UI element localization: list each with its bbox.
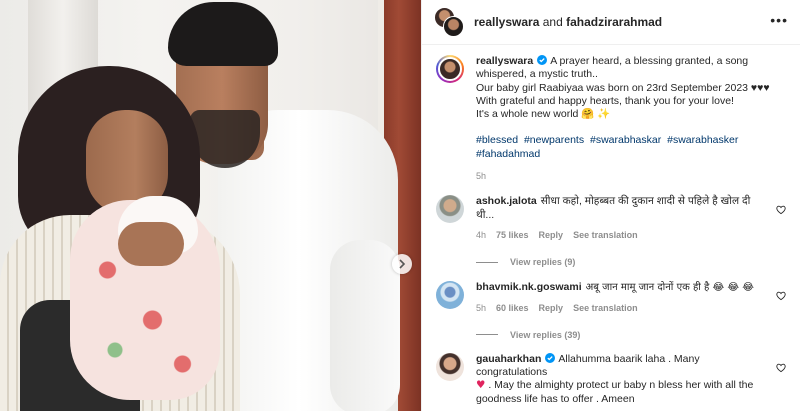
header-username-2[interactable]: fahadzirarahmad (566, 15, 662, 29)
heart-outline-icon[interactable] (776, 205, 786, 215)
reply-button[interactable]: Reply (539, 302, 564, 315)
heart-outline-icon[interactable] (776, 363, 786, 373)
see-translation-button[interactable]: See translation (573, 229, 638, 242)
caption-time: 5h (476, 171, 487, 182)
comment-time: 4h (476, 229, 487, 240)
comment-likes[interactable]: 75 likes (496, 229, 529, 242)
comment-likes[interactable]: 60 likes (496, 302, 529, 315)
comment-username[interactable]: gauaharkhan (476, 353, 541, 365)
photo-man-hair (168, 2, 278, 66)
comment-text: अबू जान मामू जान दोनों एक ही है 😂 😂 😂 (585, 282, 754, 294)
comment-item: ashok.jalota सीधा कहो, मोहब्बत की दुकान श… (436, 195, 786, 242)
post-photo[interactable] (0, 0, 421, 411)
caption-line-2: Our baby girl Raabiyaa was born on 23rd … (476, 81, 770, 94)
collab-usernames: reallyswara and fahadzirarahmad (474, 15, 662, 29)
hashtag-link[interactable]: #fahadahmad (476, 148, 540, 160)
comment-username[interactable]: bhavmik.nk.goswami (476, 281, 582, 293)
comment-meta: 5h 60 likes Reply See translation (476, 302, 768, 315)
caption-line-4: It's a whole new world 🤗 ✨ (476, 108, 611, 121)
collab-avatars[interactable] (434, 7, 464, 37)
post-side-panel: reallyswara and fahadzirarahmad ••• real… (421, 0, 800, 411)
photo-man-arm (330, 240, 400, 411)
comment-time: 5h (476, 302, 487, 313)
replies-divider (476, 261, 498, 263)
avatar (443, 16, 464, 37)
caption: reallyswara A prayer heard, a blessing gr… (436, 55, 786, 183)
comment-username[interactable]: ashok.jalota (476, 195, 537, 207)
comment-item: gauaharkhan Allahumma baarik laha . Many … (436, 352, 786, 406)
caption-line-3: With grateful and happy hearts, thank yo… (476, 94, 734, 107)
verified-badge-icon (545, 352, 556, 363)
chevron-right-icon (399, 259, 406, 269)
hashtag-link[interactable]: #swarabhasker (667, 134, 738, 146)
replies-divider (476, 334, 498, 336)
view-replies-label: View replies (9) (510, 257, 576, 268)
avatar[interactable] (436, 352, 464, 381)
more-icon[interactable]: ••• (770, 13, 788, 27)
comment-item: bhavmik.nk.goswami अबू जान मामू जान दोनों… (436, 281, 786, 315)
hashtag-link[interactable]: #swarabhaskar (590, 134, 661, 146)
heart-outline-icon[interactable] (776, 291, 786, 301)
comment-meta: 4h 75 likes Reply See translation (476, 229, 768, 242)
carousel-next-button[interactable] (392, 254, 412, 274)
view-replies-label: View replies (39) (510, 329, 581, 340)
avatar[interactable] (436, 281, 464, 310)
view-replies-button[interactable]: View replies (9) (476, 257, 786, 267)
comment-thread: reallyswara A prayer heard, a blessing gr… (422, 45, 800, 406)
red-heart-emoji: ♥ (476, 379, 486, 392)
verified-badge-icon (537, 55, 548, 65)
view-replies-button[interactable]: View replies (39) (476, 330, 786, 340)
comment-text-continued: . May the almighty protect ur baby n ble… (476, 379, 754, 405)
hashtags: #blessed #newparents #swarabhaskar #swar… (476, 134, 782, 161)
header-and: and (539, 15, 567, 29)
caption-username[interactable]: reallyswara (476, 55, 533, 67)
avatar[interactable] (436, 55, 464, 83)
see-translation-button[interactable]: See translation (573, 302, 638, 315)
post-header: reallyswara and fahadzirarahmad ••• (422, 0, 800, 45)
reply-button[interactable]: Reply (539, 229, 564, 242)
hashtag-link[interactable]: #blessed (476, 134, 518, 146)
avatar[interactable] (436, 195, 464, 224)
photo-hand (118, 222, 184, 266)
header-username-1[interactable]: reallyswara (474, 15, 539, 29)
hashtag-link[interactable]: #newparents (524, 134, 584, 146)
